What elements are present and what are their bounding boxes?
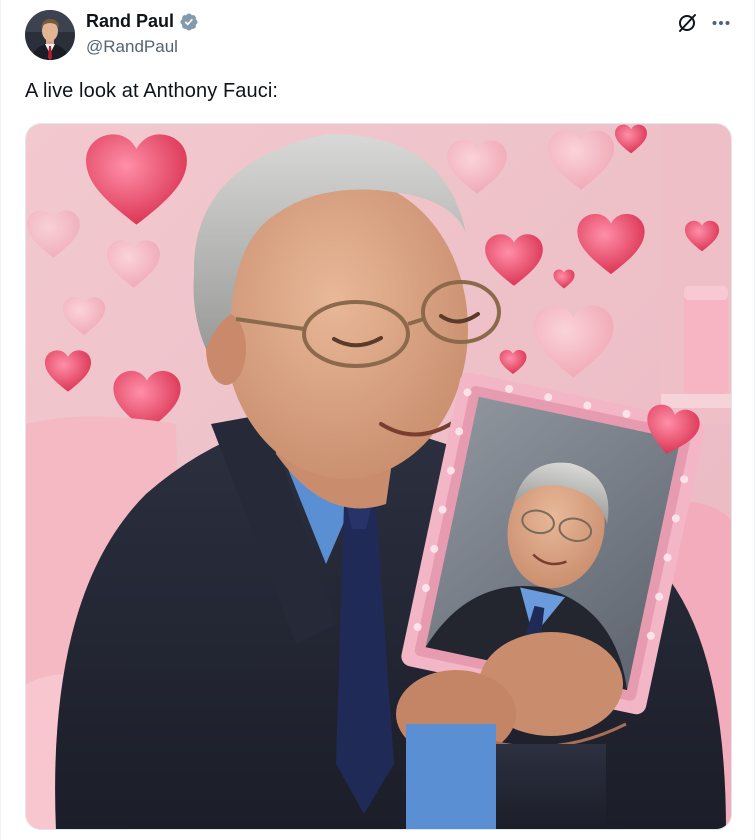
author-avatar[interactable]	[25, 10, 75, 60]
tweet-text: A live look at Anthony Fauci:	[25, 80, 279, 102]
more-options-icon	[712, 21, 730, 25]
author-handle[interactable]: @RandPaul	[86, 37, 178, 57]
avatar-image	[25, 10, 75, 60]
tweet-media-image[interactable]	[25, 123, 732, 830]
more-options-button[interactable]	[707, 9, 735, 37]
verified-badge-icon	[179, 12, 199, 32]
author-name-row: Rand Paul	[86, 11, 199, 32]
grok-button[interactable]	[673, 9, 701, 37]
author-display-name[interactable]: Rand Paul	[86, 11, 174, 32]
photo-illustration	[26, 124, 731, 829]
tweet-card: Rand Paul @RandPaul A live look at Antho…	[0, 0, 755, 840]
grok-icon	[679, 14, 696, 32]
